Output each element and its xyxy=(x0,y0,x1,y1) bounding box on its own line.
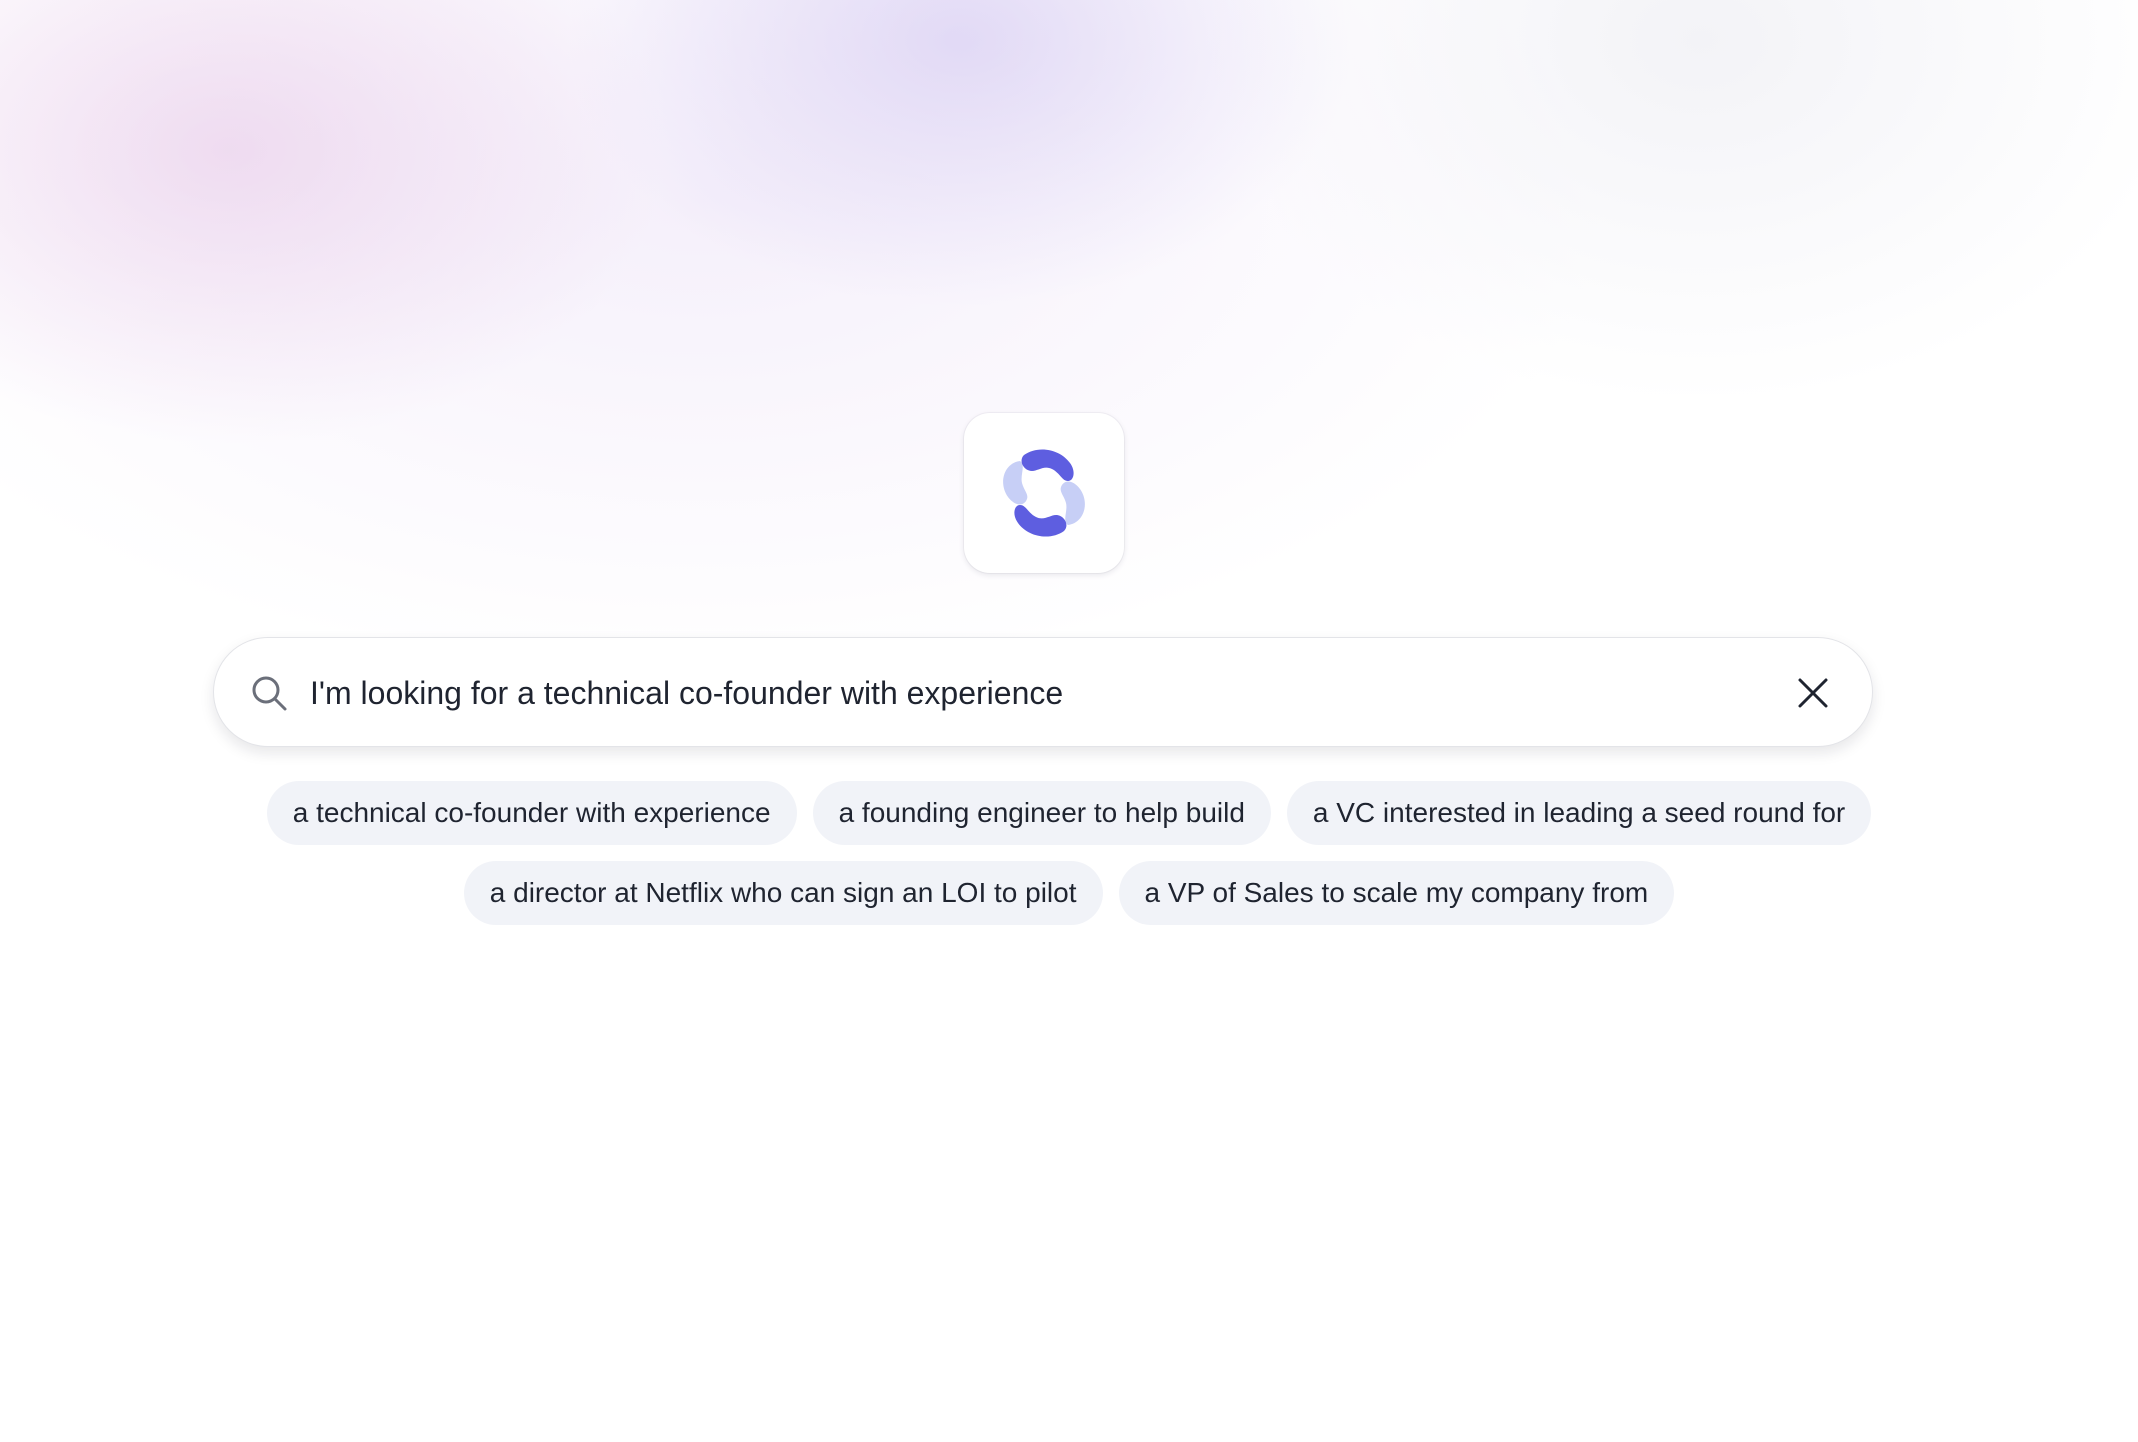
suggestion-chip[interactable]: a VP of Sales to scale my company from xyxy=(1118,861,1675,925)
loop-arrows-icon xyxy=(1003,449,1085,537)
app-logo xyxy=(964,413,1124,573)
close-icon xyxy=(1798,678,1828,708)
search-icon xyxy=(252,676,287,711)
suggestion-chip[interactable]: a VC interested in leading a seed round … xyxy=(1286,781,1872,845)
suggestion-row: a technical co-founder with experience a… xyxy=(0,781,2138,845)
suggestion-chip[interactable]: a director at Netflix who can sign an LO… xyxy=(463,861,1103,925)
search-bar[interactable] xyxy=(213,637,1873,747)
search-input[interactable] xyxy=(310,666,1760,720)
suggestion-chip[interactable]: a technical co-founder with experience xyxy=(266,781,797,845)
clear-search-button[interactable] xyxy=(1788,668,1838,718)
page: a technical co-founder with experience a… xyxy=(0,0,2138,1442)
suggestion-row: a director at Netflix who can sign an LO… xyxy=(0,861,2138,925)
suggestion-chip[interactable]: a founding engineer to help build xyxy=(812,781,1271,845)
